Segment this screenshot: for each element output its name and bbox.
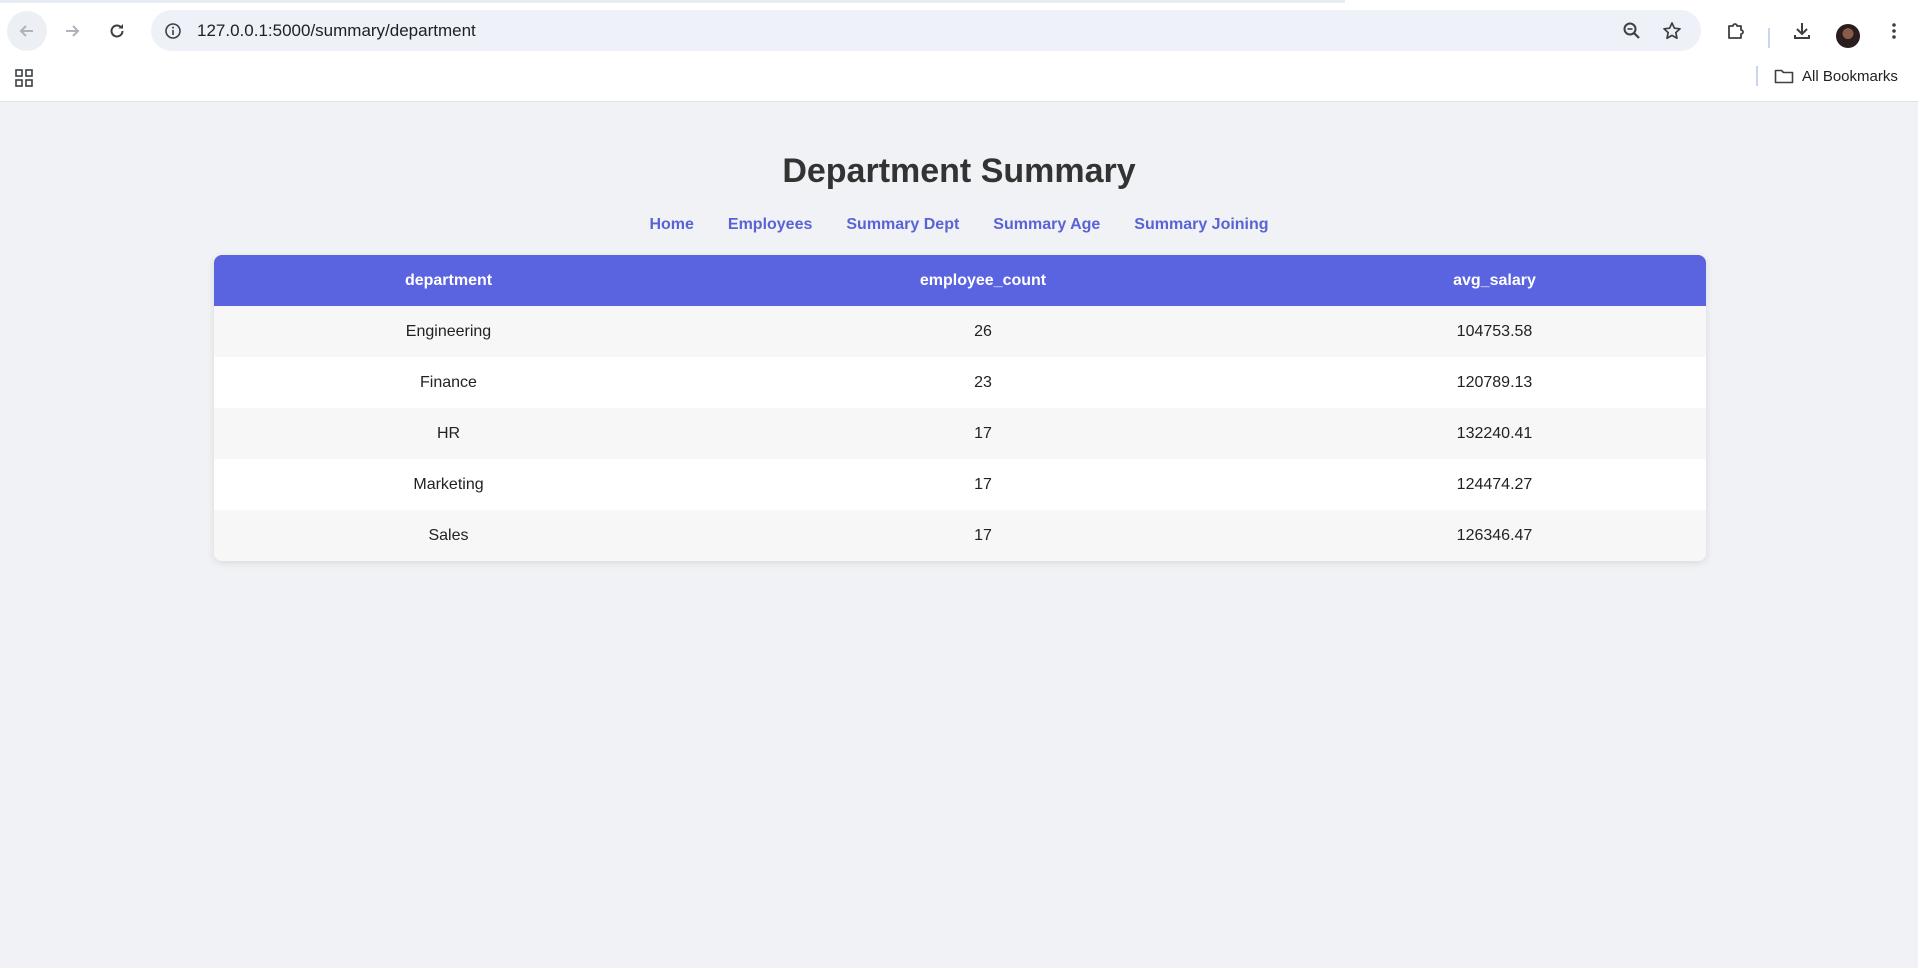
- back-button[interactable]: [7, 11, 47, 51]
- cell-avg-salary: 104753.58: [1456, 322, 1533, 340]
- table-row: Engineering 26 104753.58: [214, 306, 1706, 357]
- puzzle-icon: [1728, 23, 1744, 39]
- table-row: Marketing 17 124474.27: [214, 459, 1706, 510]
- profile-avatar[interactable]: [1836, 24, 1860, 48]
- downloads-button[interactable]: [1788, 17, 1816, 45]
- site-info-button[interactable]: [161, 19, 185, 43]
- cell-department: Finance: [420, 373, 477, 391]
- cell-avg-salary: 132240.41: [1456, 424, 1533, 442]
- table-header-row: department employee_count avg_salary: [214, 255, 1706, 306]
- cell-avg-salary: 124474.27: [1456, 475, 1533, 493]
- table-row: Finance 23 120789.13: [214, 357, 1706, 408]
- reload-icon: [110, 24, 124, 38]
- reload-button[interactable]: [97, 11, 137, 51]
- kebab-menu-icon: [1892, 23, 1896, 39]
- folder-icon: [1774, 69, 1794, 84]
- nav-link-summary-age[interactable]: Summary Age: [993, 216, 1100, 234]
- bookmarks-bar: All Bookmarks: [0, 60, 1918, 94]
- table-row: HR 17 132240.41: [214, 408, 1706, 459]
- table-row: Sales 17 126346.47: [214, 510, 1706, 561]
- browser-menu-button[interactable]: [1880, 17, 1908, 45]
- nav-link-home[interactable]: Home: [649, 216, 693, 234]
- browser-chrome: 127.0.0.1:5000/summary/department All Bo: [0, 0, 1918, 102]
- cell-department: Sales: [428, 526, 469, 544]
- cell-employee-count: 17: [974, 424, 992, 442]
- all-bookmarks-button[interactable]: All Bookmarks: [1774, 64, 1898, 88]
- bookmark-star-button[interactable]: [1659, 18, 1685, 44]
- cell-employee-count: 17: [974, 475, 992, 493]
- summary-table-card: department employee_count avg_salary Eng…: [214, 255, 1706, 561]
- toolbar-divider: [1768, 28, 1770, 48]
- site-nav: Home Employees Summary Dept Summary Age …: [0, 216, 1918, 234]
- cell-employee-count: 17: [974, 526, 992, 544]
- zoom-button[interactable]: [1619, 18, 1645, 44]
- cell-employee-count: 26: [974, 322, 992, 340]
- download-icon: [1794, 23, 1810, 39]
- column-header-department: department: [404, 271, 493, 289]
- column-header-avg-salary: avg_salary: [1453, 271, 1536, 289]
- department-summary-table: department employee_count avg_salary Eng…: [214, 255, 1706, 561]
- cell-avg-salary: 120789.13: [1456, 373, 1533, 391]
- extensions-button[interactable]: [1722, 17, 1750, 45]
- cell-employee-count: 23: [974, 373, 992, 391]
- address-bar[interactable]: 127.0.0.1:5000/summary/department: [151, 10, 1701, 51]
- column-header-employee-count: employee_count: [919, 271, 1047, 289]
- arrow-left-icon: [19, 25, 33, 37]
- bookmarks-divider: [1756, 66, 1758, 86]
- nav-link-employees[interactable]: Employees: [728, 216, 812, 234]
- loading-bar: [0, 0, 1345, 3]
- nav-link-summary-joining[interactable]: Summary Joining: [1134, 216, 1268, 234]
- apps-button[interactable]: [12, 66, 36, 90]
- info-icon: [165, 23, 181, 39]
- page-title: Department Summary: [782, 152, 1136, 190]
- zoom-icon: [1623, 22, 1640, 39]
- cell-department: Engineering: [405, 322, 492, 340]
- cell-department: HR: [436, 424, 461, 442]
- apps-grid-icon: [15, 69, 33, 87]
- browser-toolbar: 127.0.0.1:5000/summary/department: [0, 8, 1918, 52]
- cell-department: Marketing: [413, 475, 484, 493]
- address-url[interactable]: 127.0.0.1:5000/summary/department: [197, 21, 476, 41]
- all-bookmarks-label: All Bookmarks: [1802, 67, 1898, 85]
- arrow-right-icon: [66, 25, 80, 37]
- cell-avg-salary: 126346.47: [1456, 526, 1533, 544]
- nav-link-summary-dept[interactable]: Summary Dept: [846, 216, 959, 234]
- star-icon: [1663, 22, 1681, 40]
- forward-button[interactable]: [52, 11, 92, 51]
